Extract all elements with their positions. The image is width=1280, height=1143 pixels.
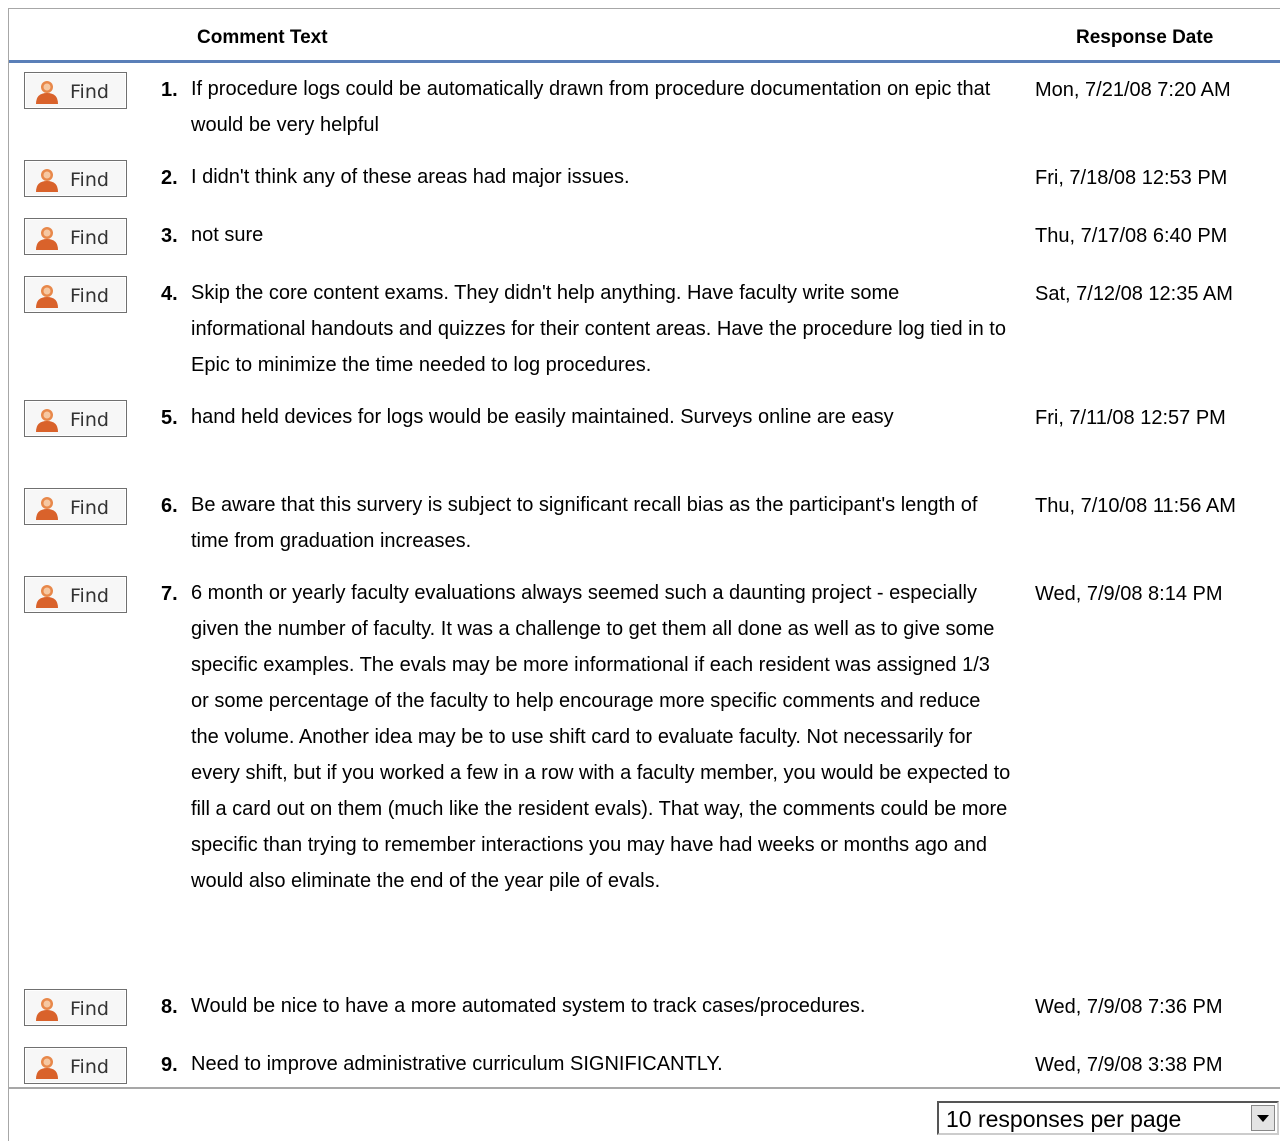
responses-panel: Comment Text Response Date Find 1. If pr… [8, 8, 1280, 1143]
response-date: Fri, 7/18/08 12:53 PM [1035, 167, 1228, 189]
comment-text: If procedure logs could be automatically… [191, 78, 991, 136]
find-button[interactable]: Find [24, 72, 127, 109]
comment-text: not sure [191, 224, 264, 246]
per-page-value: 10 responses per page [946, 1106, 1182, 1132]
row-number: 7. [161, 583, 178, 605]
person-icon [36, 409, 58, 432]
response-date: Wed, 7/9/08 3:38 PM [1035, 1054, 1223, 1076]
row-number: 3. [161, 225, 178, 247]
comment-text: Would be nice to have a more automated s… [191, 995, 866, 1017]
find-button[interactable]: Find [24, 160, 127, 197]
row-number: 9. [161, 1054, 178, 1076]
comment-text: hand held devices for logs would be easi… [191, 406, 894, 428]
table-footer: 10 responses per page [9, 1087, 1280, 1143]
comment-text: Be aware that this survery is subject to… [191, 494, 978, 552]
response-date: Mon, 7/21/08 7:20 AM [1035, 79, 1231, 101]
find-label: Find [70, 497, 109, 519]
response-date: Sat, 7/12/08 12:35 AM [1035, 283, 1233, 305]
find-button[interactable]: Find [24, 218, 127, 255]
row-number: 8. [161, 996, 178, 1018]
find-button[interactable]: Find [24, 400, 127, 437]
comment-text: I didn't think any of these areas had ma… [191, 166, 630, 188]
row-number: 5. [161, 407, 178, 429]
person-icon [36, 227, 58, 250]
find-button[interactable]: Find [24, 488, 127, 525]
find-label: Find [70, 585, 109, 607]
find-label: Find [70, 169, 109, 191]
find-button[interactable]: Find [24, 989, 127, 1026]
table-header: Comment Text Response Date [9, 9, 1280, 63]
per-page-select[interactable]: 10 responses per page [937, 1101, 1279, 1135]
find-label: Find [70, 998, 109, 1020]
comment-text: Need to improve administrative curriculu… [191, 1053, 723, 1075]
find-label: Find [70, 227, 109, 249]
person-icon [36, 81, 58, 104]
comment-text: Skip the core content exams. They didn't… [191, 282, 1006, 376]
row-number: 4. [161, 283, 178, 305]
find-label: Find [70, 1056, 109, 1078]
person-icon [36, 497, 58, 520]
chevron-down-icon [1257, 1115, 1269, 1122]
response-date: Fri, 7/11/08 12:57 PM [1035, 407, 1226, 429]
find-button[interactable]: Find [24, 1047, 127, 1084]
comment-text-header: Comment Text [197, 27, 328, 48]
row-number: 6. [161, 495, 178, 517]
person-icon [36, 998, 58, 1021]
find-label: Find [70, 285, 109, 307]
comment-text: 6 month or yearly faculty evaluations al… [191, 582, 1011, 892]
find-button[interactable]: Find [24, 276, 127, 313]
person-icon [36, 169, 58, 192]
person-icon [36, 1056, 58, 1079]
response-date: Wed, 7/9/08 7:36 PM [1035, 996, 1223, 1018]
dropdown-arrow-button[interactable] [1251, 1105, 1275, 1131]
response-date-header: Response Date [1076, 27, 1214, 48]
response-date: Thu, 7/17/08 6:40 PM [1035, 225, 1228, 247]
find-button[interactable]: Find [24, 576, 127, 613]
row-number: 2. [161, 167, 178, 189]
row-number: 1. [161, 79, 178, 101]
find-label: Find [70, 409, 109, 431]
response-date: Thu, 7/10/08 11:56 AM [1035, 495, 1236, 517]
person-icon [36, 285, 58, 308]
person-icon [36, 585, 58, 608]
find-label: Find [70, 81, 109, 103]
response-date: Wed, 7/9/08 8:14 PM [1035, 583, 1223, 605]
